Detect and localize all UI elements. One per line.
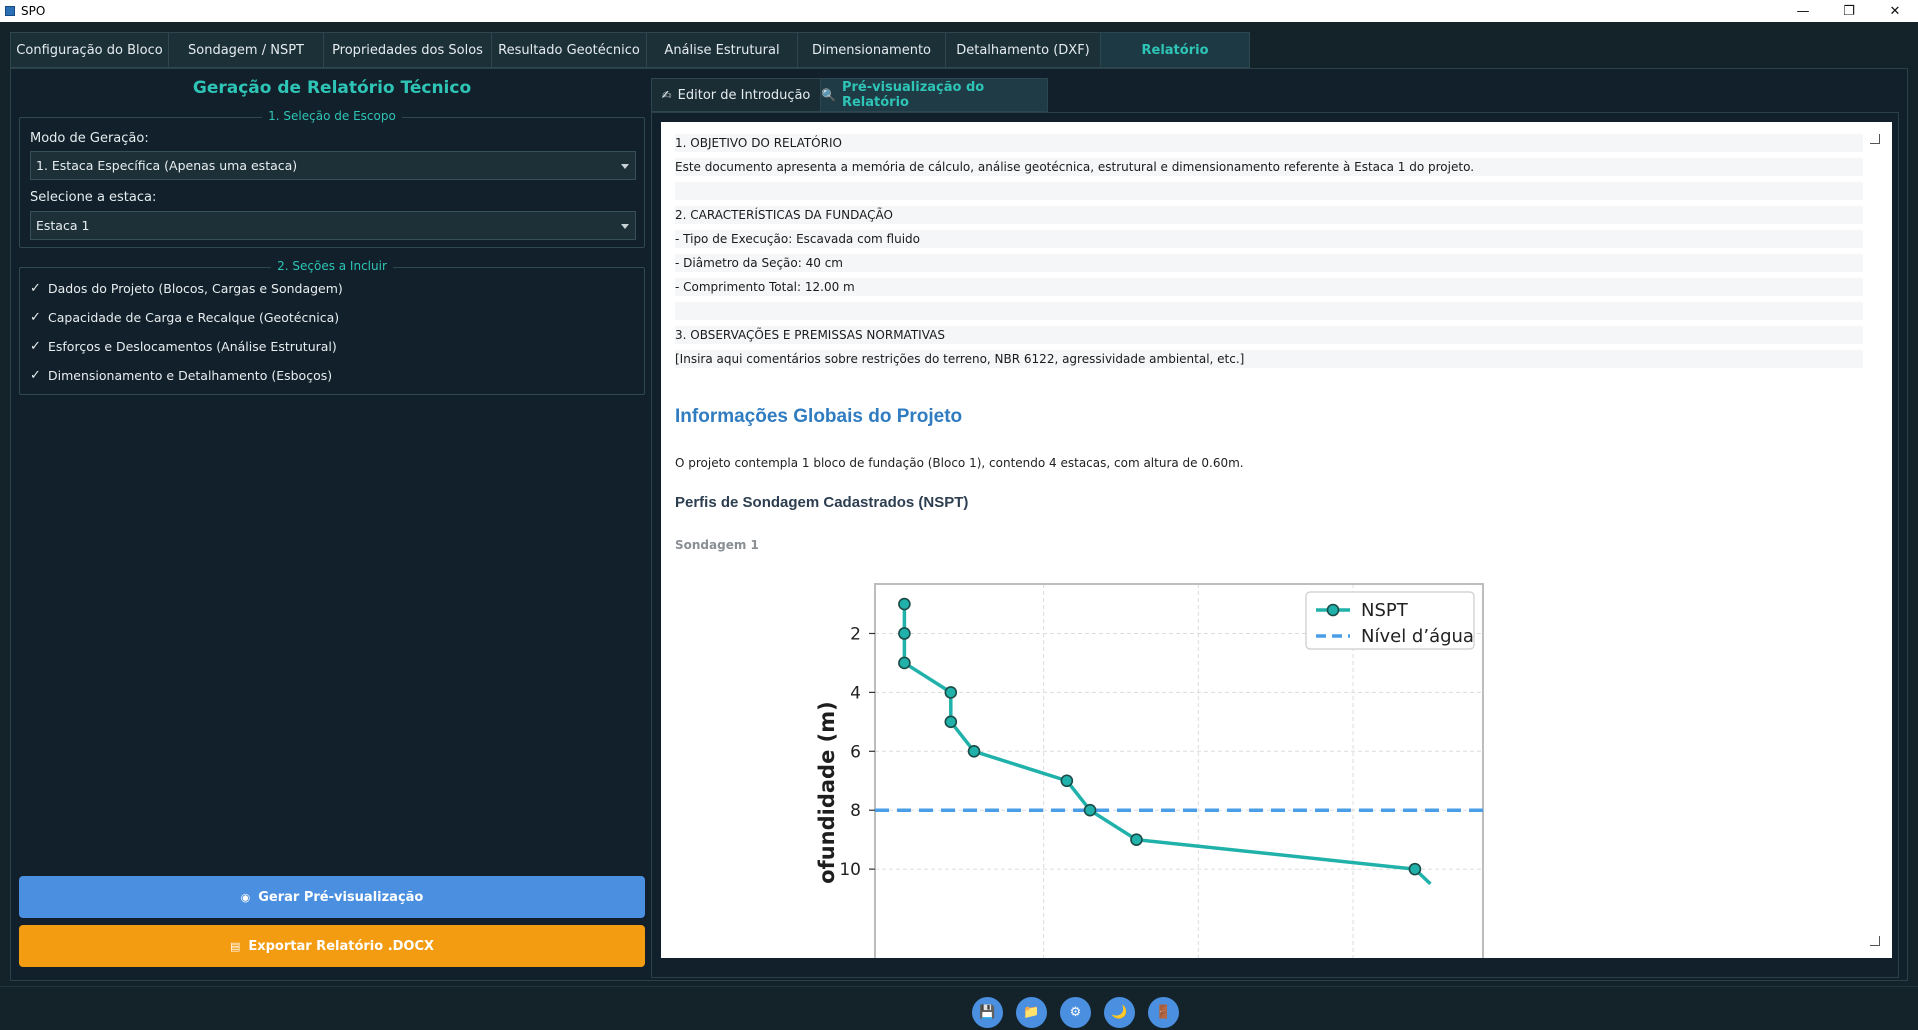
editor-line: 2. CARACTERÍSTICAS DA FUNDAÇÃO — [675, 206, 1863, 224]
exit-icon[interactable]: 🚪 — [1148, 997, 1179, 1028]
save-icon[interactable]: 💾 — [972, 997, 1003, 1028]
editor-line: [Insira aqui comentários sobre restriçõe… — [675, 350, 1863, 368]
editor-line — [675, 302, 1863, 320]
editor-line: - Comprimento Total: 12.00 m — [675, 278, 1863, 296]
chevron-down-icon — [621, 164, 629, 169]
document-icon: ▤ — [229, 939, 241, 953]
generate-preview-label: Gerar Pré-visualização — [258, 889, 424, 905]
check-icon: ✓ — [30, 339, 41, 354]
close-icon[interactable]: ✕ — [1872, 0, 1918, 22]
nspt-chart: 2 4 6 8 10ofundidade (m) NSPT Nível d’água — [815, 583, 1484, 958]
tab-resultado-geotecnico[interactable]: Resultado Geotécnico — [491, 32, 646, 68]
editor-line — [675, 182, 1863, 200]
nspt-point — [898, 597, 911, 611]
export-docx-label: Exportar Relatório .DOCX — [248, 938, 435, 954]
global-info-text: O projeto contempla 1 bloco de fundação … — [675, 456, 1244, 470]
sections-group: 2. Seções a Incluir ✓ Dados do Projeto (… — [19, 259, 645, 395]
checkbox-label: Esforços e Deslocamentos (Análise Estrut… — [48, 339, 337, 354]
report-subtabs: ✍ Editor de Introdução 🔍 Pré-visualizaçã… — [651, 78, 1048, 112]
checkbox-label: Dimensionamento e Detalhamento (Esboços) — [48, 368, 333, 383]
nspt-point — [1060, 774, 1074, 788]
report-options-panel: Geração de Relatório Técnico 1. Seleção … — [19, 74, 645, 974]
legend-water-label: Nível d’água — [1361, 626, 1474, 647]
editor-line: 3. OBSERVAÇÕES E PREMISSAS NORMATIVAS — [675, 326, 1863, 344]
y-tick-label: 10 — [839, 860, 861, 880]
tab-dimensionamento[interactable]: Dimensionamento — [797, 32, 945, 68]
scope-group-legend: 1. Seleção de Escopo — [262, 109, 402, 123]
resize-handle-icon[interactable] — [1870, 936, 1880, 946]
mode-select[interactable]: 1. Estaca Específica (Apenas uma estaca) — [30, 151, 636, 180]
nspt-point — [944, 715, 958, 729]
tab-relatorio[interactable]: Relatório — [1100, 32, 1250, 68]
scope-group: 1. Seleção de Escopo Modo de Geração: 1.… — [19, 109, 645, 248]
panel-title: Geração de Relatório Técnico — [192, 78, 472, 98]
restore-icon[interactable]: ❐ — [1826, 0, 1872, 22]
y-tick-label: 8 — [850, 801, 861, 821]
settings-icon[interactable]: ⚙ — [1060, 997, 1091, 1028]
nspt-point — [944, 686, 958, 699]
y-tick-label: 2 — [850, 624, 861, 644]
resize-handle-icon[interactable] — [1870, 134, 1880, 144]
folder-icon[interactable]: 📁 — [1016, 997, 1047, 1028]
tab-propriedades-solos[interactable]: Propriedades dos Solos — [323, 32, 491, 68]
tab-sondagem-nspt[interactable]: Sondagem / NSPT — [168, 32, 323, 68]
tab-label: Editor de Introdução — [677, 87, 811, 103]
tab-analise-estrutural[interactable]: Análise Estrutural — [646, 32, 797, 68]
checkbox-label: Capacidade de Carga e Recalque (Geotécni… — [48, 310, 340, 325]
minimize-icon[interactable]: — — [1780, 0, 1826, 22]
check-icon: ✓ — [30, 281, 41, 296]
soundings-heading: Perfis de Sondagem Cadastrados (NSPT) — [675, 494, 969, 511]
legend-nspt-marker — [1326, 603, 1340, 617]
editor-line: Este documento apresenta a memória de cá… — [675, 158, 1863, 176]
nspt-point — [967, 745, 981, 758]
tab-editor-introducao[interactable]: ✍ Editor de Introdução — [651, 78, 821, 112]
checkbox-dimensionamento[interactable]: ✓ Dimensionamento e Detalhamento (Esboço… — [30, 368, 332, 383]
window-controls: — ❐ ✕ — [1780, 0, 1918, 22]
tab-preview-relatorio[interactable]: 🔍 Pré-visualização do Relatório — [821, 78, 1048, 112]
checkbox-dados-projeto[interactable]: ✓ Dados do Projeto (Blocos, Cargas e Son… — [30, 281, 343, 296]
nspt-point — [898, 627, 911, 640]
legend-nspt-label: NSPT — [1361, 600, 1409, 621]
sections-group-legend: 2. Seções a Incluir — [271, 259, 393, 273]
window-title: SPO — [21, 4, 46, 18]
check-icon: ✓ — [30, 310, 41, 325]
y-tick-label: 4 — [850, 683, 861, 703]
chevron-down-icon — [621, 224, 629, 229]
tab-label: Pré-visualização do Relatório — [841, 80, 985, 110]
nspt-point — [1083, 803, 1097, 817]
generate-preview-button[interactable]: ◉ Gerar Pré-visualização — [19, 876, 645, 918]
check-icon: ✓ — [30, 368, 41, 383]
export-docx-button[interactable]: ▤ Exportar Relatório .DOCX — [19, 925, 645, 967]
tab-detalhamento-dxf[interactable]: Detalhamento (DXF) — [945, 32, 1100, 68]
report-preview-document[interactable]: 1. OBJETIVO DO RELATÓRIO Este documento … — [661, 122, 1892, 958]
checkbox-capacidade-carga[interactable]: ✓ Capacidade de Carga e Recalque (Geotéc… — [30, 310, 339, 325]
app-icon — [5, 6, 15, 16]
editor-line: - Diâmetro da Seção: 40 cm — [675, 254, 1863, 272]
moon-icon[interactable]: 🌙 — [1104, 997, 1135, 1028]
checkbox-label: Dados do Projeto (Blocos, Cargas e Sonda… — [48, 281, 343, 296]
editor-line: 1. OBJETIVO DO RELATÓRIO — [675, 134, 1863, 152]
y-axis-label: ofundidade (m) — [815, 701, 839, 884]
global-info-heading: Informações Globais do Projeto — [675, 406, 963, 427]
nspt-point — [1130, 833, 1143, 846]
sounding-title: Sondagem 1 — [675, 538, 759, 552]
mode-label: Modo de Geração: — [30, 131, 149, 146]
bottom-toolbar — [0, 986, 1918, 1030]
main-tab-bar: Configuração do Bloco Sondagem / NSPT Pr… — [10, 32, 1250, 68]
eye-icon: ◉ — [240, 890, 251, 904]
nspt-point — [898, 656, 911, 670]
pile-label: Selecione a estaca: — [30, 190, 157, 205]
mode-select-value: 1. Estaca Específica (Apenas uma estaca) — [36, 158, 298, 173]
pile-select[interactable]: Estaca 1 — [30, 211, 636, 240]
pencil-icon: ✍ — [661, 88, 672, 102]
pile-select-value: Estaca 1 — [36, 218, 90, 233]
magnifier-icon: 🔍 — [821, 88, 836, 102]
title-bar: SPO — ❐ ✕ — [0, 0, 1918, 22]
checkbox-esforcos[interactable]: ✓ Esforços e Deslocamentos (Análise Estr… — [30, 339, 337, 354]
editor-line: - Tipo de Execução: Escavada com fluido — [675, 230, 1863, 248]
tab-configuracao-bloco[interactable]: Configuração do Bloco — [10, 32, 168, 68]
nspt-point — [1408, 862, 1422, 876]
y-tick-label: 6 — [850, 742, 861, 762]
